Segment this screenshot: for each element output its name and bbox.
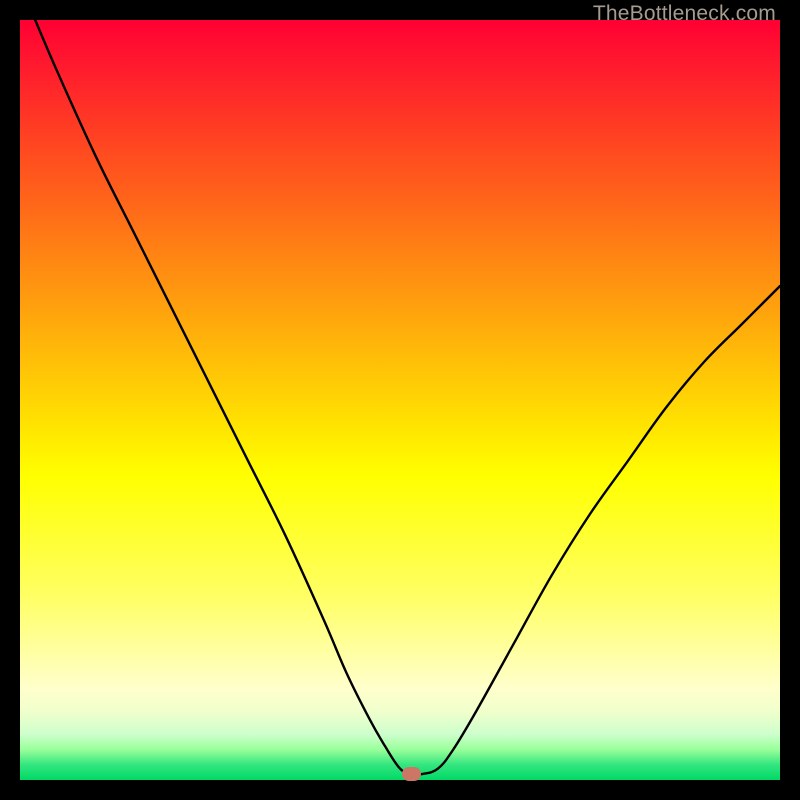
optimum-marker	[402, 767, 422, 781]
chart-frame: TheBottleneck.com	[0, 0, 800, 800]
bottleneck-curve-path	[35, 20, 780, 775]
bottleneck-curve-svg	[20, 20, 780, 780]
watermark-text: TheBottleneck.com	[593, 2, 776, 26]
